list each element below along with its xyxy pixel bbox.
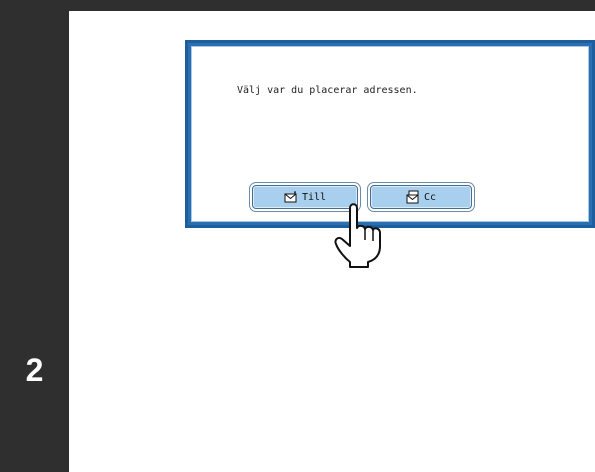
to-button-label: Till <box>301 191 327 203</box>
cc-button-label: Cc <box>423 191 437 203</box>
mail-to-icon <box>284 191 298 203</box>
dialog-body: Välj var du placerar adressen. Till Cc <box>191 46 589 222</box>
mail-cc-icon <box>406 190 420 204</box>
step-sidebar <box>0 0 69 472</box>
top-bar <box>69 0 595 11</box>
step-number: 2 <box>25 352 44 388</box>
dialog-message: Välj var du placerar adressen. <box>237 85 418 96</box>
pointing-hand-icon <box>330 200 396 274</box>
